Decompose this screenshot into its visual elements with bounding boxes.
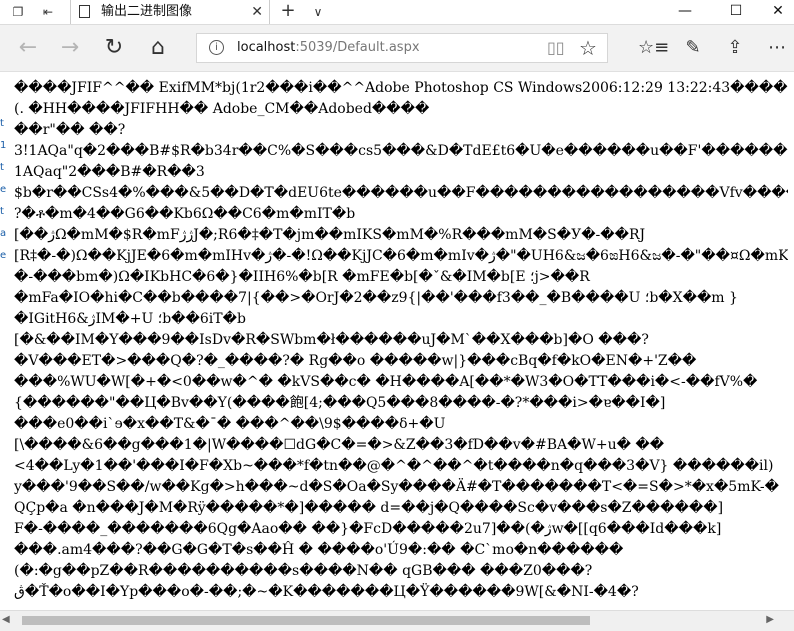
binary-text-line: y���'9��S��/w��Kg�>h���~d�S�Oa�Sy����Ä#�… <box>14 479 780 495</box>
margin-mark: e <box>0 184 7 195</box>
scrollbar-thumb[interactable] <box>22 616 590 625</box>
binary-text-line: ����JFIF^^�� ExifMM*bj(1r2���i��^^Adobe … <box>14 80 794 96</box>
tab-close-button[interactable]: ✕ <box>251 2 263 22</box>
more-menu-icon[interactable]: ⋯ <box>764 34 790 62</box>
binary-text-line: 3!1AQa"q�2���B#$R�b34r��C%�S���cs5���&D�… <box>14 143 794 159</box>
binary-text-line: ���.am4���?��G�G�T�s��Ĥ � ����o'Ú9�:�� �… <box>14 542 624 558</box>
page-content: ����JFIF^^�� ExifMM*bj(1r2���i��^^Adobe … <box>0 72 794 610</box>
home-button[interactable]: ⌂ <box>144 34 172 62</box>
url-host: localhost <box>237 40 296 55</box>
binary-text-line: F�-����_�������6Qg�Aao�� ��}�FcD�����2u7… <box>14 521 722 537</box>
new-tab-button[interactable]: + <box>278 0 298 24</box>
binary-text-line: 1AQaq"2���B#�R��3 <box>14 164 205 180</box>
binary-text-line: (�:�g��pZ��R����������s����N�� qGB��� ��… <box>14 563 593 579</box>
binary-text-line: ���e0��i`ɘ�x��T&�¯� ���^��\9$����δ+�U <box>14 416 446 432</box>
web-note-pen-icon[interactable]: ✎ <box>680 34 706 62</box>
tab-title: 输出二进制图像 <box>101 4 193 19</box>
tab-list-button[interactable]: ∨ <box>310 0 326 24</box>
margin-mark: t <box>0 206 4 217</box>
binary-text-line: [\����&6��g���1�|W����☐dG�C�=�>&Z��3�fD�… <box>14 437 665 453</box>
set-tabs-aside-icon[interactable]: ⇤ <box>40 4 56 20</box>
margin-mark: a <box>0 228 7 239</box>
scroll-right-arrow[interactable]: ▶ <box>766 614 774 625</box>
margin-mark: t <box>0 162 4 173</box>
back-button[interactable]: ← <box>14 34 42 62</box>
close-window-button[interactable]: ✕ <box>758 0 794 24</box>
binary-text-line: �IGitH6&ژIM�+U ؛b��6iT�b <box>14 311 246 327</box>
title-bar: ❐ ⇤ 输出二进制图像 ✕ + ∨ — ☐ ✕ <box>0 0 794 25</box>
binary-text-line: <4��Ly�1��'���I�F�Xb~���*f�tn��@�^�^��^�… <box>14 458 774 474</box>
binary-text-line: ?�ቶ�m�4��G6��Kb6Ω��C6�m�mIT�b <box>14 206 356 222</box>
scroll-left-arrow[interactable]: ◀ <box>2 614 10 625</box>
navigation-bar: ← → ↻ ⌂ i localhost:5039/Default.aspx ▯▯… <box>0 25 794 72</box>
vertical-edge <box>788 72 794 610</box>
active-tab[interactable]: 输出二进制图像 ✕ <box>70 0 270 24</box>
binary-text-line: QÇp�a �n���J�M�Rÿ�����*�]����� d=��j�Q��… <box>14 500 724 516</box>
forward-button[interactable]: → <box>56 34 84 62</box>
margin-mark: t <box>0 118 4 129</box>
favorite-star-icon[interactable]: ☆ <box>579 36 597 60</box>
share-icon[interactable]: ⇪ <box>722 34 748 62</box>
binary-text-line: ���%WU�W[�+�<0��w�^� �kVS��c� �H����A[��… <box>14 374 758 390</box>
favorites-hub-icon[interactable]: ☆≡ <box>638 34 669 62</box>
binary-text-line: �mFa�IO�hi�C��b����7|{��>�OrJ�2��z9{|��'… <box>14 290 738 306</box>
margin-mark: e <box>0 250 7 261</box>
site-info-icon[interactable]: i <box>209 40 224 55</box>
binary-text-line: �V���ET�>���Q�?�_����?� Rg��o �����w|}��… <box>14 353 697 369</box>
address-url[interactable]: localhost:5039/Default.aspx <box>237 39 420 57</box>
document-icon <box>79 5 90 18</box>
refresh-button[interactable]: ↻ <box>100 34 128 62</box>
address-bar[interactable]: i localhost:5039/Default.aspx ▯▯ ☆ <box>196 33 608 63</box>
binary-text-line: [��ژΩ�mM�$R�mFژژJ�;R6�‡�T�jm��mIKS�mM�%R… <box>14 227 646 243</box>
binary-text-line: [R‡�-�)Ω��KjJE�6�m�mIHv�ژ�-�!Ω��KjJC�6�m… <box>14 248 789 264</box>
binary-text-line: {������"��Ц�Bv��Y(����飽[4;���Q5���8����-… <box>14 395 666 411</box>
reading-view-icon[interactable]: ▯▯ <box>547 39 565 57</box>
binary-text-line: ڨ�Ť�o��I�Yp���o�-��;�~�K�������Ц�Ÿ������… <box>14 584 639 600</box>
minimize-button[interactable]: — <box>665 0 705 24</box>
binary-text-line: [�&��IM�Y���9��IsDv�R�SWbm�ł������uJ�M`�… <box>14 332 649 348</box>
tab-preview-icon[interactable]: ❐ <box>10 4 26 20</box>
binary-text-line: ��r"�� ��? <box>14 122 126 138</box>
binary-text-line: $b�r��CSs4�%���&5��D�T�dEU6te������u��F�… <box>14 185 794 201</box>
horizontal-scrollbar[interactable]: ◀ ▶ <box>0 610 794 631</box>
maximize-button[interactable]: ☐ <box>716 0 756 24</box>
binary-text-line: �-���bm�)Ω�IKbHC�6�}�IIH6%�b[R �mFE�b[�ˇ… <box>14 269 590 285</box>
url-path: :5039/Default.aspx <box>295 40 420 55</box>
binary-text-line: (. �HH����JFIFHH�� Adobe_CM��Adobed���� <box>14 101 430 117</box>
margin-mark: 1 <box>0 140 7 151</box>
